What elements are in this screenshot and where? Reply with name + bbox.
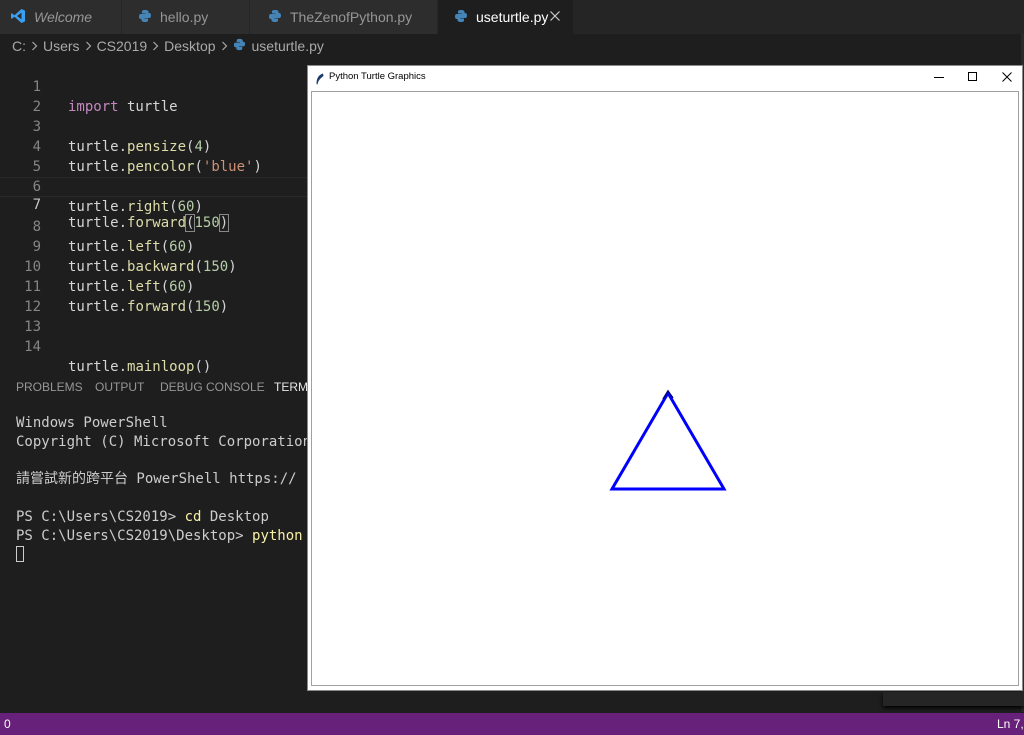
maximize-button[interactable] <box>956 66 990 88</box>
python-file-icon <box>454 9 468 26</box>
minimize-button[interactable] <box>922 66 956 88</box>
terminal-line: PS C:\Users\CS2019\Desktop> python u <box>16 527 308 546</box>
terminal[interactable]: Windows PowerShell Copyright (C) Microso… <box>16 414 316 562</box>
tab-problems[interactable]: PROBLEMS <box>16 380 83 394</box>
minimize-icon <box>934 77 944 78</box>
code-line: 9 turtle.backward(150) <box>0 217 308 275</box>
tab-terminal[interactable]: TERMI <box>274 380 311 394</box>
terminal-command: python <box>252 528 303 544</box>
terminal-argument: Desktop <box>201 509 269 525</box>
code-line: 3 turtle.pensize(4) <box>0 97 308 155</box>
triangle-shape <box>609 390 727 491</box>
tab-thezenofpython-py[interactable]: TheZenofPython.py <box>250 0 438 34</box>
turtle-graphics-window[interactable]: Python Turtle Graphics <box>307 65 1023 691</box>
tab-useturtle-py[interactable]: useturtle.py <box>438 0 574 34</box>
code-editor[interactable]: 1 import turtle 2 3 turtle.pensize(4) 4 … <box>0 57 308 375</box>
code-token: ( <box>194 359 203 375</box>
turtle-canvas[interactable] <box>311 91 1019 686</box>
code-line-current: 7 turtle.forward(150) <box>0 177 308 232</box>
python-file-icon <box>138 9 152 26</box>
breadcrumb-item[interactable]: Desktop <box>164 38 215 54</box>
code-token: ) <box>202 359 212 375</box>
editor-tab-bar: Welcome hello.py TheZenofPython.py usetu… <box>0 0 1024 34</box>
code-line: 13 <box>0 297 308 335</box>
terminal-line <box>16 545 308 564</box>
window-title: Python Turtle Graphics <box>329 71 426 82</box>
chevron-right-icon <box>31 41 38 51</box>
tab-welcome[interactable]: Welcome <box>0 0 122 34</box>
close-button[interactable] <box>990 66 1024 88</box>
code-line: 6 turtle.right(60) <box>0 157 308 215</box>
code-line: 5 <box>0 137 308 175</box>
code-line: 4 turtle.pencolor('blue') <box>0 117 308 175</box>
feather-icon <box>315 70 325 89</box>
tab-output[interactable]: OUTPUT <box>95 380 144 394</box>
code-line: 11 turtle.forward(150) <box>0 257 308 315</box>
code-token: mainloop <box>127 359 195 375</box>
tab-debug-console[interactable]: DEBUG CONSOLE <box>160 380 265 394</box>
tab-label: TheZenofPython.py <box>290 9 413 25</box>
breadcrumb-item[interactable]: useturtle.py <box>252 38 324 54</box>
terminal-cursor <box>16 546 24 562</box>
maximize-icon <box>968 72 977 81</box>
line-number: 14 <box>24 339 41 355</box>
chevron-right-icon <box>85 41 92 51</box>
breadcrumb-item[interactable]: CS2019 <box>97 38 148 54</box>
vscode-logo-icon <box>10 8 26 27</box>
tab-label: useturtle.py <box>476 9 549 25</box>
code-line: 2 <box>0 77 308 115</box>
turtle-drawing <box>609 389 727 491</box>
tab-hello-py[interactable]: hello.py <box>122 0 250 34</box>
breadcrumb-item[interactable]: C: <box>12 38 26 54</box>
chevron-right-icon <box>152 41 159 51</box>
python-file-icon <box>233 38 246 54</box>
code-token: turtle. <box>68 359 128 375</box>
status-problems-count[interactable]: 0 <box>4 717 11 731</box>
terminal-prompt: PS C:\Users\CS2019\Desktop> <box>16 528 253 544</box>
window-titlebar[interactable]: Python Turtle Graphics <box>308 66 1022 88</box>
python-file-icon <box>268 9 282 26</box>
close-icon[interactable] <box>547 8 563 24</box>
code-line: 14 turtle.mainloop() <box>0 317 308 375</box>
notification-area <box>883 692 1024 706</box>
terminal-line: Windows PowerShell <box>16 415 168 431</box>
code-line: 1 import turtle <box>0 57 308 115</box>
chevron-right-icon <box>221 41 228 51</box>
code-line: 10 turtle.left(60) <box>0 237 308 295</box>
terminal-line: Copyright (C) Microsoft Corporation. <box>16 434 308 450</box>
status-cursor-position[interactable]: Ln 7, <box>997 717 1024 731</box>
terminal-line: PS C:\Users\CS2019> cd Desktop <box>16 508 308 527</box>
tab-label: Welcome <box>34 9 93 25</box>
code-line: 12 <box>0 277 308 315</box>
breadcrumb: C: Users CS2019 Desktop useturtle.py <box>12 36 324 56</box>
tab-label: hello.py <box>160 9 209 25</box>
code-line: 8 turtle.left(60) <box>0 197 308 255</box>
breadcrumb-item[interactable]: Users <box>43 38 80 54</box>
terminal-command: cd <box>184 509 202 525</box>
terminal-line: 請嘗試新的跨平台 PowerShell https:// <box>16 471 297 487</box>
terminal-prompt: PS C:\Users\CS2019> <box>16 509 185 525</box>
status-bar: 0 Ln 7, <box>0 713 1024 735</box>
close-icon <box>1002 72 1012 82</box>
